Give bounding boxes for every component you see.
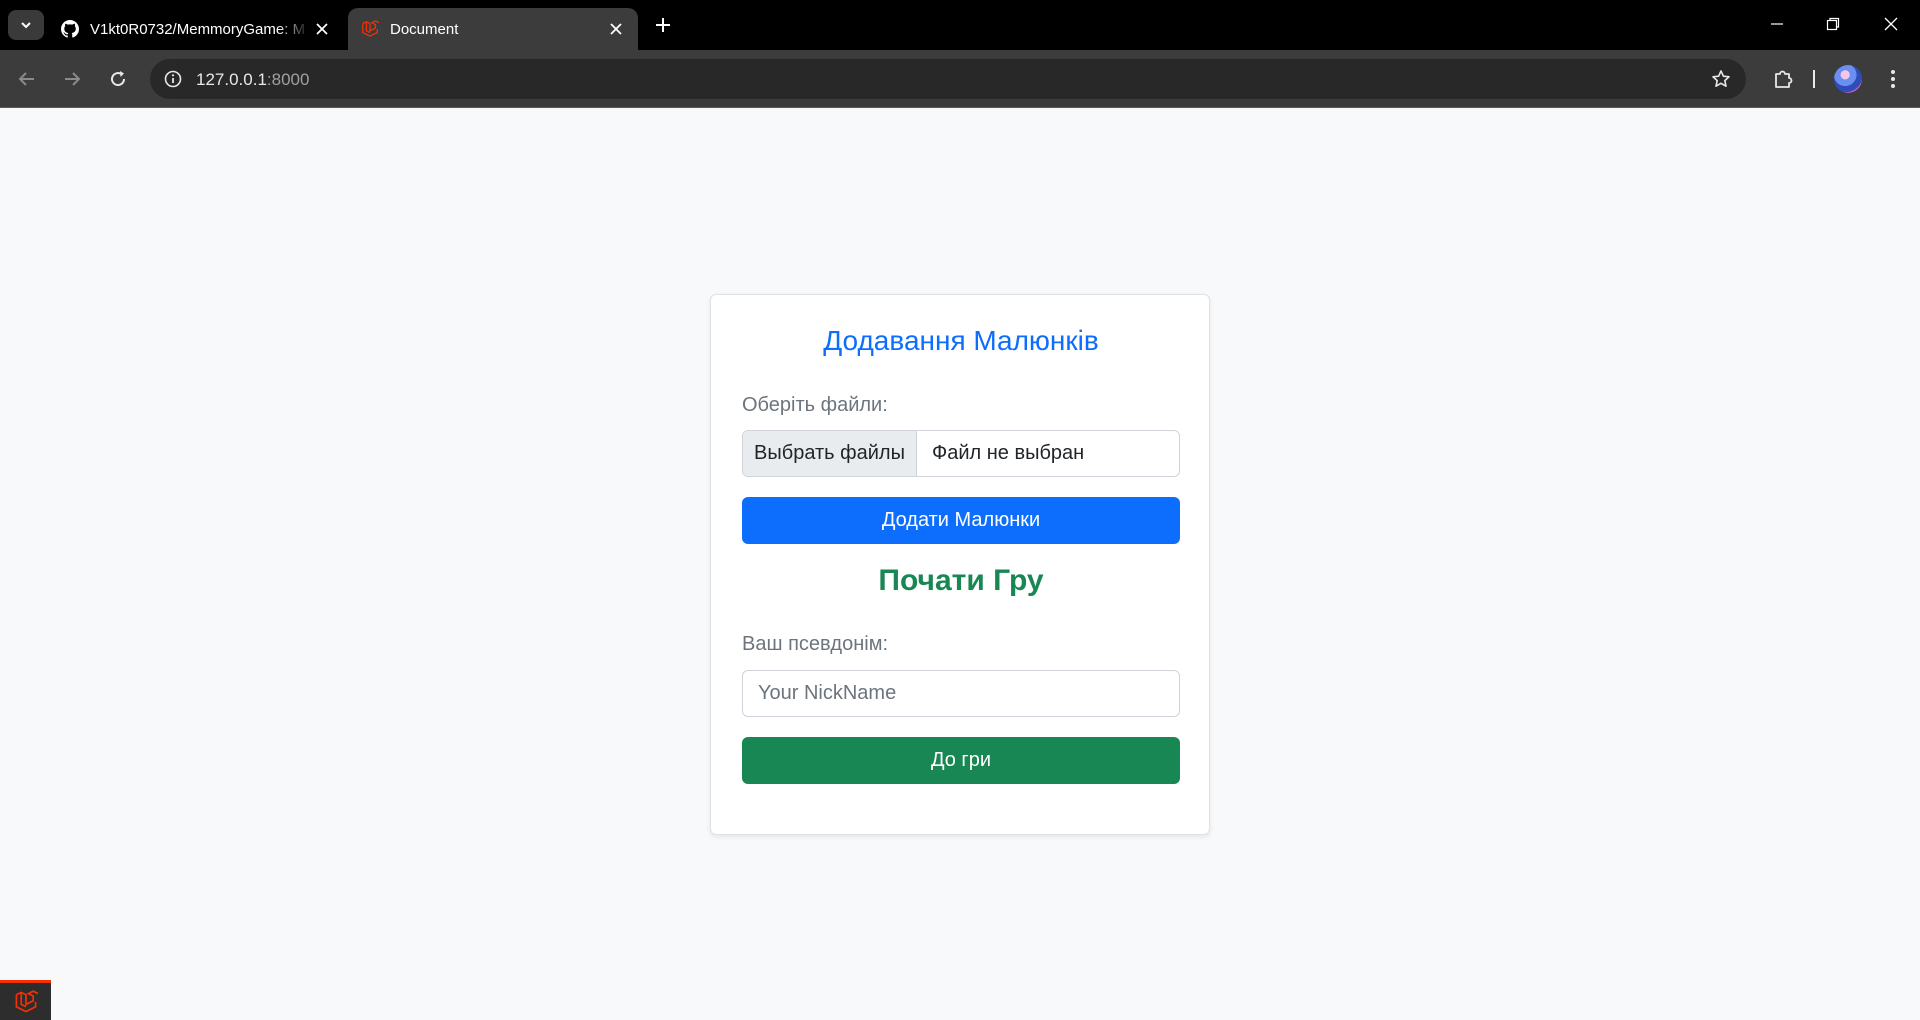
close-window-button[interactable] — [1868, 6, 1914, 42]
no-file-text: Файл не выбран — [932, 442, 1085, 464]
address-bar[interactable]: 127.0.0.1:8000 — [150, 59, 1746, 99]
to-game-button[interactable]: До гри — [742, 737, 1180, 784]
nickname-input[interactable] — [742, 670, 1180, 717]
browser-tab-strip: V1kt0R0732/MemmoryGame: M Document — [0, 0, 1920, 50]
tab-title: V1kt0R0732/MemmoryGame: M — [90, 20, 306, 38]
kebab-menu-icon — [1891, 70, 1895, 88]
toolbar-separator — [1813, 70, 1815, 88]
minimize-button[interactable] — [1754, 6, 1800, 42]
browser-menu-button[interactable] — [1876, 62, 1910, 96]
choose-files-button[interactable]: Выбрать файлы — [743, 431, 917, 476]
new-tab-button[interactable] — [650, 12, 676, 38]
arrow-left-icon — [18, 72, 34, 86]
site-info-icon[interactable] — [160, 66, 186, 92]
back-button[interactable] — [10, 62, 44, 96]
profile-avatar[interactable] — [1834, 65, 1862, 93]
extensions-button[interactable] — [1766, 62, 1800, 96]
url-host: 127.0.0.1 — [196, 70, 267, 89]
github-icon — [60, 19, 80, 39]
arrow-right-icon — [65, 72, 81, 86]
restore-button[interactable] — [1810, 6, 1856, 42]
page-content: Додавання Малюнків Оберіть файли: Выбрат… — [0, 109, 1920, 1020]
close-icon — [1884, 17, 1898, 31]
add-images-button[interactable]: Додати Малюнки — [742, 497, 1180, 544]
puzzle-icon — [1775, 70, 1793, 88]
reload-icon — [111, 71, 126, 87]
tab-github[interactable]: V1kt0R0732/MemmoryGame: M — [48, 8, 344, 50]
tab-title: Document — [390, 20, 459, 38]
nickname-label: Ваш псевдонім: — [742, 633, 889, 655]
tab-document[interactable]: Document — [348, 8, 638, 50]
close-icon[interactable] — [604, 17, 628, 41]
tab-search-button[interactable] — [8, 10, 44, 40]
minimize-icon — [1771, 23, 1783, 25]
url-port: :8000 — [266, 70, 310, 89]
browser-toolbar: 127.0.0.1:8000 — [0, 50, 1920, 108]
upload-heading: Додавання Малюнків — [823, 325, 1099, 356]
laravel-icon — [360, 19, 380, 39]
close-icon[interactable] — [310, 17, 334, 41]
url-text: 127.0.0.1:8000 — [196, 70, 309, 90]
laravel-icon — [15, 989, 38, 1013]
reload-button[interactable] — [101, 62, 135, 96]
form-card: Додавання Малюнків Оберіть файли: Выбрат… — [710, 294, 1210, 835]
forward-button[interactable] — [55, 62, 89, 96]
bookmark-star-icon[interactable] — [1708, 66, 1734, 92]
laravel-debugbar-toggle[interactable] — [0, 980, 51, 1020]
file-input[interactable]: Выбрать файлы Файл не выбран — [742, 430, 1180, 477]
start-game-heading: Почати Гру — [878, 564, 1044, 597]
files-label: Оберіть файли: — [742, 394, 888, 416]
chevron-down-icon — [21, 22, 31, 29]
plus-icon — [656, 18, 670, 32]
restore-icon — [1826, 17, 1840, 31]
